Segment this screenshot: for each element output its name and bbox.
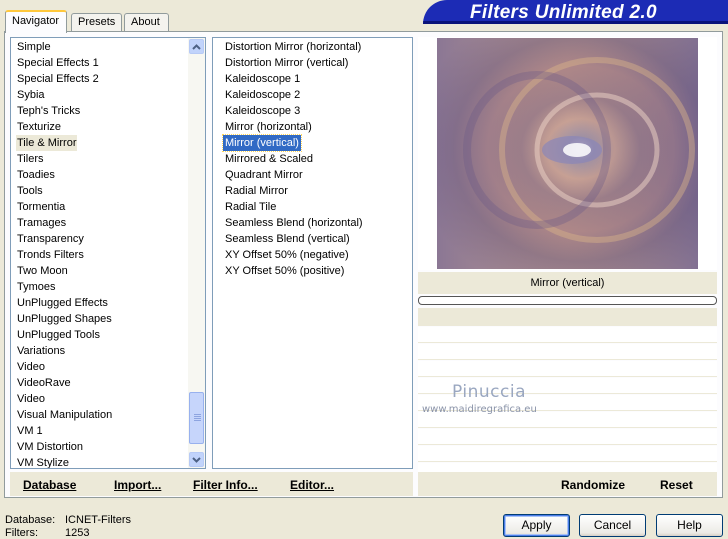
watermark-name: Pinuccia — [452, 382, 526, 402]
category-item[interactable]: Sybia — [16, 87, 46, 103]
status-database: Database: ICNET-Filters — [5, 514, 131, 526]
filter-item[interactable]: Distortion Mirror (vertical) — [223, 55, 350, 71]
category-item[interactable]: Tools — [16, 183, 44, 199]
editor-button[interactable]: Editor... — [290, 478, 334, 492]
parameter-row — [418, 429, 717, 445]
category-item[interactable]: VideoRave — [16, 375, 72, 391]
scroll-thumb[interactable] — [189, 392, 204, 444]
category-item[interactable]: Variations — [16, 343, 66, 359]
category-item[interactable]: Visual Manipulation — [16, 407, 113, 423]
watermark-url: www.maidiregrafica.eu — [422, 404, 537, 415]
tab-navigator[interactable]: Navigator — [5, 10, 67, 33]
filter-item[interactable]: Kaleidoscope 1 — [223, 71, 302, 87]
app-title: Filters Unlimited 2.0 — [470, 2, 657, 23]
database-label: Database: — [5, 514, 56, 526]
apply-button[interactable]: Apply — [503, 514, 570, 537]
filter-info-button[interactable]: Filter Info... — [193, 478, 258, 492]
filter-item[interactable]: Kaleidoscope 2 — [223, 87, 302, 103]
category-item[interactable]: Two Moon — [16, 263, 69, 279]
category-scrollbar[interactable] — [188, 38, 205, 468]
filters-value: 1253 — [65, 527, 90, 539]
database-value: ICNET-Filters — [65, 514, 131, 526]
cancel-button[interactable]: Cancel — [579, 514, 646, 537]
category-item[interactable]: Tile & Mirror — [16, 135, 78, 151]
category-item[interactable]: Tilers — [16, 151, 44, 167]
filter-item[interactable]: XY Offset 50% (positive) — [223, 263, 346, 279]
filters-label: Filters: — [5, 527, 38, 539]
parameter-row — [418, 327, 717, 343]
filter-item[interactable]: Mirror (horizontal) — [223, 119, 314, 135]
filter-item[interactable]: Mirror (vertical) — [222, 134, 302, 152]
selected-filter-name: Mirror (vertical) — [418, 272, 717, 294]
tab-about[interactable]: About — [124, 13, 169, 32]
filter-item[interactable]: Quadrant Mirror — [223, 167, 305, 183]
category-item[interactable]: Texturize — [16, 119, 62, 135]
category-item[interactable]: UnPlugged Effects — [16, 295, 109, 311]
category-item[interactable]: VM Distortion — [16, 439, 84, 455]
filter-item[interactable]: Distortion Mirror (horizontal) — [223, 39, 363, 55]
filter-item[interactable]: Radial Tile — [223, 199, 278, 215]
scroll-down-button[interactable] — [189, 452, 204, 467]
filter-item[interactable]: Mirrored & Scaled — [223, 151, 315, 167]
filter-item[interactable]: Seamless Blend (vertical) — [223, 231, 352, 247]
category-item[interactable]: Teph's Tricks — [16, 103, 81, 119]
category-item[interactable]: VM Stylize — [16, 455, 70, 468]
database-button[interactable]: Database — [23, 478, 76, 492]
filter-item[interactable]: Seamless Blend (horizontal) — [223, 215, 365, 231]
chevron-down-icon — [192, 456, 201, 463]
category-item[interactable]: Tormentia — [16, 199, 66, 215]
category-item[interactable]: VM 1 — [16, 423, 44, 439]
filter-list[interactable]: Distortion Mirror (horizontal) Distortion… — [212, 37, 413, 469]
category-item[interactable]: Video — [16, 359, 46, 375]
category-list[interactable]: Simple Special Effects 1 Special Effects 2… — [10, 37, 206, 469]
help-button[interactable]: Help — [656, 514, 723, 537]
reset-button[interactable]: Reset — [660, 478, 693, 492]
category-item[interactable]: UnPlugged Shapes — [16, 311, 113, 327]
category-item[interactable]: Toadies — [16, 167, 56, 183]
category-item[interactable]: Video — [16, 391, 46, 407]
category-item[interactable]: Tymoes — [16, 279, 57, 295]
filter-item[interactable]: Radial Mirror — [223, 183, 290, 199]
scroll-up-button[interactable] — [189, 39, 204, 54]
category-item[interactable]: Special Effects 2 — [16, 71, 100, 87]
chevron-up-icon — [192, 43, 201, 50]
import-button[interactable]: Import... — [114, 478, 161, 492]
parameter-row — [418, 361, 717, 377]
category-item[interactable]: Simple — [16, 39, 52, 55]
randomize-button[interactable]: Randomize — [561, 478, 625, 492]
category-item[interactable]: UnPlugged Tools — [16, 327, 101, 343]
category-item[interactable]: Special Effects 1 — [16, 55, 100, 71]
status-filters: Filters: 1253 — [5, 527, 89, 539]
filter-item[interactable]: Kaleidoscope 3 — [223, 103, 302, 119]
category-item[interactable]: Transparency — [16, 231, 85, 247]
progress-bar — [418, 296, 717, 305]
tab-presets[interactable]: Presets — [71, 13, 122, 32]
category-item[interactable]: Tronds Filters — [16, 247, 85, 263]
parameter-header — [418, 308, 717, 326]
preview-image — [437, 38, 698, 269]
category-item[interactable]: Tramages — [16, 215, 67, 231]
filter-item[interactable]: XY Offset 50% (negative) — [223, 247, 351, 263]
parameter-row — [418, 446, 717, 462]
parameter-row — [418, 344, 717, 360]
